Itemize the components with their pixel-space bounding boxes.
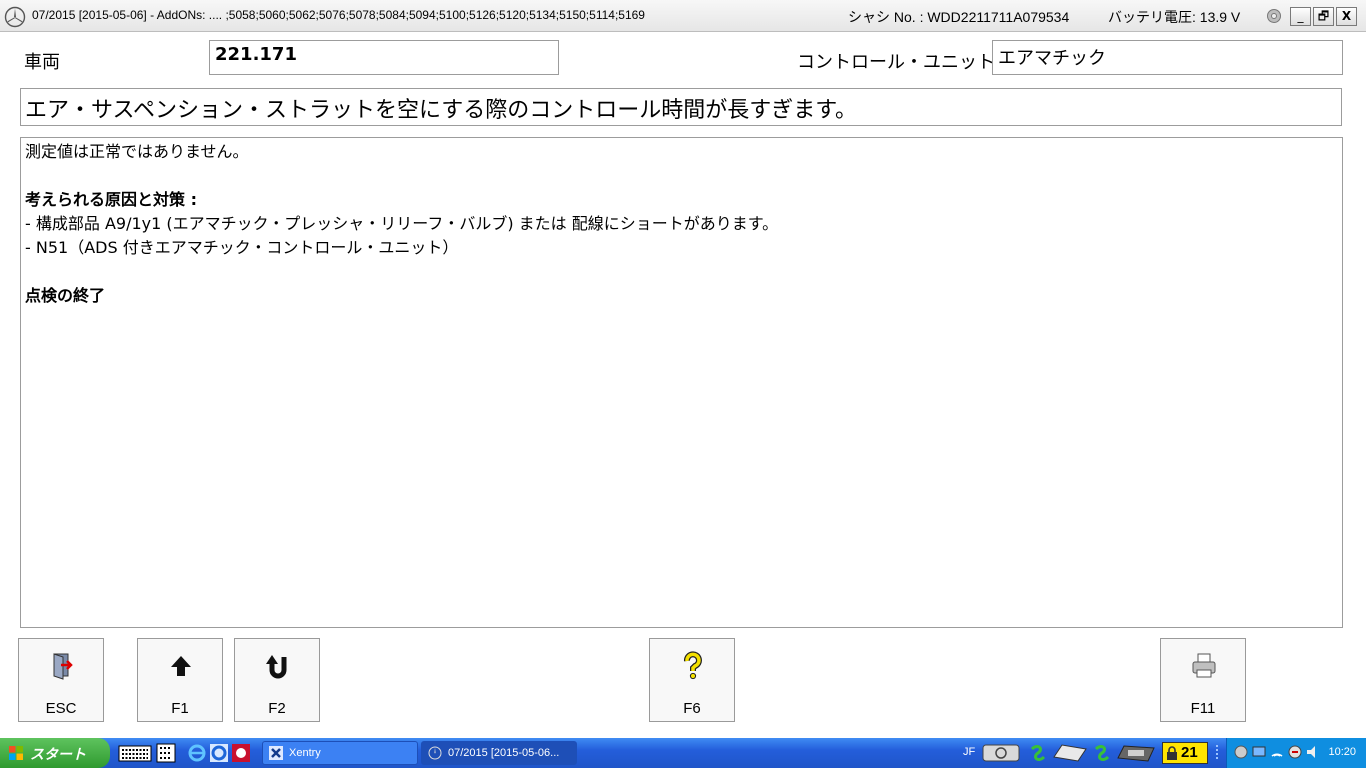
taskbar-grip-icon bbox=[1216, 745, 1218, 761]
start-label: スタート bbox=[30, 747, 86, 763]
mercedes-star-icon bbox=[428, 746, 442, 760]
close-button[interactable]: X bbox=[1336, 7, 1357, 26]
wireless-icon[interactable] bbox=[1269, 744, 1285, 760]
task-xentry[interactable]: Xentry bbox=[262, 741, 418, 765]
task-diagnosis-window[interactable]: 07/2015 [2015-05-06... bbox=[421, 741, 577, 765]
battery-voltage: バッテリ電圧: 13.9 V bbox=[1108, 9, 1241, 25]
detail-line: 点検の終了 bbox=[25, 286, 106, 305]
f1-label: F1 bbox=[171, 700, 189, 717]
network-icon[interactable] bbox=[1233, 744, 1249, 760]
system-clock: 10:20 bbox=[1328, 746, 1356, 758]
f11-button[interactable]: F11 bbox=[1160, 638, 1246, 722]
fault-headline: エア・サスペンション・ストラットを空にする際のコントロール時間が長すぎます。 bbox=[20, 88, 1342, 126]
f6-label: F6 bbox=[683, 700, 701, 717]
start-button[interactable]: スタート bbox=[0, 738, 110, 768]
vehicle-label: 車両 bbox=[24, 52, 60, 73]
detail-line: 測定値は正常ではありません。 bbox=[25, 142, 249, 161]
system-tray: 10:20 bbox=[1226, 738, 1366, 768]
grid-keypad-icon[interactable] bbox=[156, 743, 176, 763]
control-unit-label: コントロール・ユニット bbox=[797, 52, 995, 73]
display-icon[interactable] bbox=[1251, 744, 1267, 760]
help-question-icon bbox=[684, 651, 702, 680]
f2-label: F2 bbox=[268, 700, 286, 717]
control-unit-field: エアマチック bbox=[992, 40, 1343, 75]
security-icon[interactable] bbox=[1287, 744, 1303, 760]
diagnosis-device-icon[interactable] bbox=[1052, 743, 1088, 763]
f2-button[interactable]: F2 bbox=[234, 638, 320, 722]
arrow-up-icon bbox=[171, 656, 191, 676]
taskbar: スタート Xentry 07/2015 [2015-05-06... JF 21… bbox=[0, 738, 1366, 768]
internet-explorer-icon[interactable] bbox=[187, 743, 207, 763]
detail-line bbox=[25, 164, 1338, 188]
app-shortcut-icon[interactable] bbox=[231, 743, 251, 763]
esc-label: ESC bbox=[45, 700, 77, 717]
title-bar: 07/2015 [2015-05-06] - AddONs: .... ;505… bbox=[0, 0, 1366, 32]
detail-panel[interactable]: 測定値は正常ではありません。 考えられる原因と対策 : - 構成部品 A9/1y… bbox=[20, 137, 1343, 628]
connection-green-icon[interactable] bbox=[1028, 743, 1048, 763]
minimize-button[interactable]: _ bbox=[1290, 7, 1311, 26]
exit-door-icon bbox=[53, 653, 73, 680]
detail-line: - N51（ADS 付きエアマチック・コントロール・ユニット） bbox=[25, 238, 459, 257]
ie-shortcut-icon[interactable] bbox=[209, 743, 229, 763]
detail-line bbox=[25, 260, 1338, 284]
language-indicator[interactable]: JF bbox=[963, 746, 975, 758]
task-xentry-label: Xentry bbox=[289, 747, 321, 759]
u-turn-back-icon bbox=[266, 655, 287, 679]
task-window-label: 07/2015 [2015-05-06... bbox=[448, 747, 560, 759]
license-days-count: 21 bbox=[1181, 744, 1198, 761]
keyboard-icon[interactable] bbox=[118, 743, 152, 763]
device-status-icon[interactable] bbox=[980, 743, 1022, 763]
esc-button[interactable]: ESC bbox=[18, 638, 104, 722]
f1-button[interactable]: F1 bbox=[137, 638, 223, 722]
detail-line: - 構成部品 A9/1y1 (エアマチック・プレッシャ・リリーフ・バルブ) また… bbox=[25, 214, 779, 233]
connection-green-icon-2[interactable] bbox=[1092, 743, 1112, 763]
chassis-number: シャシ No. : WDD2211711A079534 bbox=[848, 9, 1070, 25]
window-title: 07/2015 [2015-05-06] - AddONs: .... ;505… bbox=[32, 8, 645, 22]
mercedes-star-icon bbox=[4, 6, 26, 28]
xentry-icon bbox=[269, 746, 283, 760]
multiplexer-icon[interactable] bbox=[1116, 743, 1158, 763]
license-days-badge[interactable]: 21 bbox=[1162, 742, 1208, 764]
printer-icon bbox=[1192, 653, 1216, 678]
f11-label: F11 bbox=[1190, 700, 1216, 717]
lock-icon bbox=[1167, 746, 1177, 760]
volume-icon[interactable] bbox=[1305, 744, 1321, 760]
status-gear-icon bbox=[1267, 9, 1281, 23]
restore-button[interactable]: 🗗 bbox=[1313, 7, 1334, 26]
detail-line: 考えられる原因と対策 : bbox=[25, 190, 197, 209]
vehicle-field: 221.171 bbox=[209, 40, 559, 75]
windows-flag-icon bbox=[9, 746, 23, 760]
f6-button[interactable]: F6 bbox=[649, 638, 735, 722]
